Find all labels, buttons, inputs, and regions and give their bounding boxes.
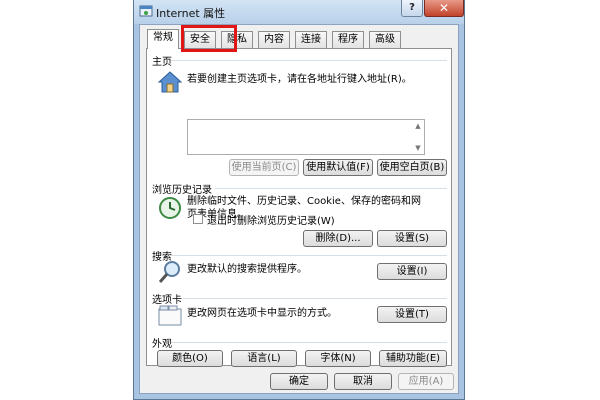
history-divider (215, 188, 447, 189)
tab-content[interactable]: 内容 (258, 31, 290, 48)
scroll-up-arrow-icon[interactable]: ▲ (414, 122, 422, 130)
colors-button[interactable]: 颜色(O) (157, 350, 223, 367)
appearance-divider (171, 342, 447, 343)
title-bar[interactable]: Internet 属性 ? ✕ (134, 0, 464, 24)
security-tab-highlight-box (181, 25, 237, 52)
general-tab-panel: 主页 若要创建主页选项卡，请在各地址行键入地址(R)。 ▲ ▼ 使用当前页(C)… (146, 48, 452, 367)
delete-history-on-exit-checkbox[interactable] (193, 214, 203, 224)
languages-button[interactable]: 语言(L) (231, 350, 297, 367)
close-button[interactable]: ✕ (424, 0, 464, 17)
delete-history-button[interactable]: 删除(D)... (303, 230, 373, 247)
tab-connections[interactable]: 连接 (295, 31, 327, 48)
home-page-url-field[interactable]: ▲ ▼ (187, 119, 425, 155)
search-settings-button[interactable]: 设置(I) (377, 263, 447, 280)
home-divider (171, 60, 447, 61)
history-settings-button[interactable]: 设置(S) (377, 230, 447, 247)
browsing-history-section-title: 浏览历史记录 (152, 185, 212, 196)
accessibility-button[interactable]: 辅助功能(E) (379, 350, 447, 367)
ok-button[interactable]: 确定 (270, 373, 328, 390)
apply-button[interactable]: 应用(A) (398, 373, 454, 390)
window-title: Internet 属性 (156, 7, 226, 20)
internet-properties-dialog: Internet 属性 ? ✕ 常规 安全 隐私 内容 连接 程序 高级 主页 … (133, 0, 465, 400)
dialog-client-area: 常规 安全 隐私 内容 连接 程序 高级 主页 若要创建主页选项卡，请在各地址行… (139, 24, 459, 394)
help-button[interactable]: ? (401, 0, 423, 17)
tab-programs[interactable]: 程序 (332, 31, 364, 48)
scroll-down-arrow-icon[interactable]: ▼ (414, 144, 422, 152)
magnifier-icon (158, 261, 180, 283)
home-page-section-title: 主页 (152, 57, 172, 68)
tabs-window-icon (158, 305, 182, 326)
tabs-settings-button[interactable]: 设置(T) (377, 306, 447, 323)
history-clock-icon (159, 197, 181, 219)
search-divider (171, 255, 447, 256)
fonts-button[interactable]: 字体(N) (305, 350, 371, 367)
use-current-button[interactable]: 使用当前页(C) (229, 159, 299, 176)
use-default-button[interactable]: 使用默认值(F) (303, 159, 373, 176)
tab-general[interactable]: 常规 (147, 29, 179, 49)
cancel-button[interactable]: 取消 (334, 373, 392, 390)
use-blank-button[interactable]: 使用空白页(B) (377, 159, 447, 176)
tab-advanced[interactable]: 高级 (369, 31, 401, 48)
home-icon (157, 71, 183, 93)
tabs-divider (183, 298, 447, 299)
home-page-description: 若要创建主页选项卡，请在各地址行键入地址(R)。 (187, 74, 412, 85)
internet-options-icon (139, 5, 153, 17)
appearance-section-title: 外观 (152, 339, 172, 350)
delete-history-on-exit-label: 退出时删除浏览历史记录(W) (207, 216, 335, 227)
